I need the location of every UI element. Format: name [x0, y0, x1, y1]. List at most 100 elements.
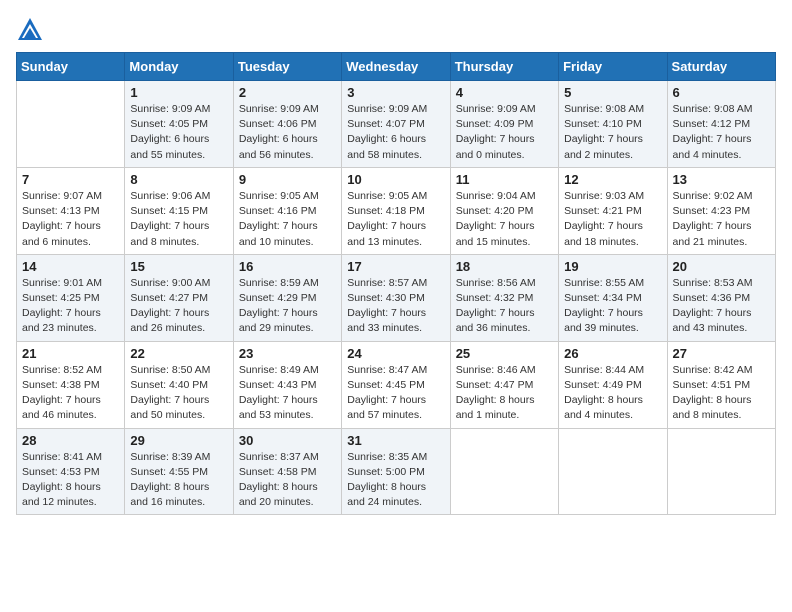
day-number: 2	[239, 85, 336, 100]
calendar-cell: 11Sunrise: 9:04 AM Sunset: 4:20 PM Dayli…	[450, 167, 558, 254]
day-info: Sunrise: 9:09 AM Sunset: 4:09 PM Dayligh…	[456, 102, 553, 163]
calendar-cell	[559, 428, 667, 515]
calendar-cell: 30 Sunrise: 8:37 AM Sunset: 4:58 PM Dayli…	[233, 428, 341, 515]
calendar-cell: 31 Sunrise: 8:35 AM Sunset: 5:00 PM Dayli…	[342, 428, 450, 515]
calendar-week-3: 14Sunrise: 9:01 AM Sunset: 4:25 PM Dayli…	[17, 254, 776, 341]
calendar-cell: 10Sunrise: 9:05 AM Sunset: 4:18 PM Dayli…	[342, 167, 450, 254]
day-info: Sunrise: 9:01 AM Sunset: 4:25 PM Dayligh…	[22, 276, 119, 337]
calendar-cell: 19Sunrise: 8:55 AM Sunset: 4:34 PM Dayli…	[559, 254, 667, 341]
logo-icon	[16, 16, 44, 44]
calendar-cell: 4 Sunrise: 9:09 AM Sunset: 4:09 PM Daylig…	[450, 81, 558, 168]
day-header-wednesday: Wednesday	[342, 53, 450, 81]
calendar-cell	[17, 81, 125, 168]
calendar-cell: 29 Sunrise: 8:39 AM Sunset: 4:55 PM Dayli…	[125, 428, 233, 515]
day-info: Sunrise: 8:37 AM Sunset: 4:58 PM Dayligh…	[239, 450, 336, 511]
day-info: Sunrise: 8:41 AM Sunset: 4:53 PM Dayligh…	[22, 450, 119, 511]
day-info: Sunrise: 9:00 AM Sunset: 4:27 PM Dayligh…	[130, 276, 227, 337]
day-number: 15	[130, 259, 227, 274]
day-number: 11	[456, 172, 553, 187]
day-header-tuesday: Tuesday	[233, 53, 341, 81]
page-header	[16, 16, 776, 44]
day-number: 28	[22, 433, 119, 448]
day-info: Sunrise: 8:52 AM Sunset: 4:38 PM Dayligh…	[22, 363, 119, 424]
calendar-cell: 16 Sunrise: 8:59 AM Sunset: 4:29 PM Dayli…	[233, 254, 341, 341]
day-number: 6	[673, 85, 770, 100]
calendar-cell: 18 Sunrise: 8:56 AM Sunset: 4:32 PM Dayli…	[450, 254, 558, 341]
day-number: 8	[130, 172, 227, 187]
calendar-cell: 22 Sunrise: 8:50 AM Sunset: 4:40 PM Dayli…	[125, 341, 233, 428]
day-number: 5	[564, 85, 661, 100]
calendar-cell: 21Sunrise: 8:52 AM Sunset: 4:38 PM Dayli…	[17, 341, 125, 428]
day-info: Sunrise: 8:44 AM Sunset: 4:49 PM Dayligh…	[564, 363, 661, 424]
calendar-cell: 13 Sunrise: 9:02 AM Sunset: 4:23 PM Dayli…	[667, 167, 775, 254]
calendar-cell: 5 Sunrise: 9:08 AM Sunset: 4:10 PM Daylig…	[559, 81, 667, 168]
day-number: 10	[347, 172, 444, 187]
day-info: Sunrise: 8:35 AM Sunset: 5:00 PM Dayligh…	[347, 450, 444, 511]
calendar-cell: 1 Sunrise: 9:09 AM Sunset: 4:05 PM Daylig…	[125, 81, 233, 168]
day-number: 31	[347, 433, 444, 448]
day-number: 23	[239, 346, 336, 361]
calendar-cell: 14Sunrise: 9:01 AM Sunset: 4:25 PM Dayli…	[17, 254, 125, 341]
day-info: Sunrise: 9:02 AM Sunset: 4:23 PM Dayligh…	[673, 189, 770, 250]
day-info: Sunrise: 9:09 AM Sunset: 4:06 PM Dayligh…	[239, 102, 336, 163]
day-info: Sunrise: 9:06 AM Sunset: 4:15 PM Dayligh…	[130, 189, 227, 250]
calendar-week-4: 21Sunrise: 8:52 AM Sunset: 4:38 PM Dayli…	[17, 341, 776, 428]
day-number: 20	[673, 259, 770, 274]
day-number: 7	[22, 172, 119, 187]
day-info: Sunrise: 8:55 AM Sunset: 4:34 PM Dayligh…	[564, 276, 661, 337]
day-info: Sunrise: 9:08 AM Sunset: 4:12 PM Dayligh…	[673, 102, 770, 163]
day-info: Sunrise: 8:53 AM Sunset: 4:36 PM Dayligh…	[673, 276, 770, 337]
day-info: Sunrise: 9:07 AM Sunset: 4:13 PM Dayligh…	[22, 189, 119, 250]
day-number: 3	[347, 85, 444, 100]
calendar-week-2: 7 Sunrise: 9:07 AM Sunset: 4:13 PM Daylig…	[17, 167, 776, 254]
day-header-thursday: Thursday	[450, 53, 558, 81]
calendar-cell: 25Sunrise: 8:46 AM Sunset: 4:47 PM Dayli…	[450, 341, 558, 428]
day-header-monday: Monday	[125, 53, 233, 81]
day-info: Sunrise: 9:09 AM Sunset: 4:05 PM Dayligh…	[130, 102, 227, 163]
calendar-cell: 6 Sunrise: 9:08 AM Sunset: 4:12 PM Daylig…	[667, 81, 775, 168]
day-info: Sunrise: 9:03 AM Sunset: 4:21 PM Dayligh…	[564, 189, 661, 250]
calendar-cell: 9 Sunrise: 9:05 AM Sunset: 4:16 PM Daylig…	[233, 167, 341, 254]
calendar-cell: 23Sunrise: 8:49 AM Sunset: 4:43 PM Dayli…	[233, 341, 341, 428]
day-info: Sunrise: 9:05 AM Sunset: 4:16 PM Dayligh…	[239, 189, 336, 250]
day-number: 9	[239, 172, 336, 187]
day-number: 13	[673, 172, 770, 187]
calendar-cell: 20 Sunrise: 8:53 AM Sunset: 4:36 PM Dayli…	[667, 254, 775, 341]
calendar-table: SundayMondayTuesdayWednesdayThursdayFrid…	[16, 52, 776, 515]
logo	[16, 16, 48, 44]
calendar-cell	[667, 428, 775, 515]
day-info: Sunrise: 8:56 AM Sunset: 4:32 PM Dayligh…	[456, 276, 553, 337]
calendar-cell	[450, 428, 558, 515]
day-number: 27	[673, 346, 770, 361]
calendar-cell: 3 Sunrise: 9:09 AM Sunset: 4:07 PM Daylig…	[342, 81, 450, 168]
calendar-cell: 26Sunrise: 8:44 AM Sunset: 4:49 PM Dayli…	[559, 341, 667, 428]
day-header-saturday: Saturday	[667, 53, 775, 81]
day-number: 29	[130, 433, 227, 448]
calendar-cell: 24 Sunrise: 8:47 AM Sunset: 4:45 PM Dayli…	[342, 341, 450, 428]
day-info: Sunrise: 8:39 AM Sunset: 4:55 PM Dayligh…	[130, 450, 227, 511]
calendar-cell: 15 Sunrise: 9:00 AM Sunset: 4:27 PM Dayli…	[125, 254, 233, 341]
days-header-row: SundayMondayTuesdayWednesdayThursdayFrid…	[17, 53, 776, 81]
day-info: Sunrise: 8:59 AM Sunset: 4:29 PM Dayligh…	[239, 276, 336, 337]
day-info: Sunrise: 8:42 AM Sunset: 4:51 PM Dayligh…	[673, 363, 770, 424]
day-number: 18	[456, 259, 553, 274]
day-info: Sunrise: 8:47 AM Sunset: 4:45 PM Dayligh…	[347, 363, 444, 424]
day-header-sunday: Sunday	[17, 53, 125, 81]
day-info: Sunrise: 8:50 AM Sunset: 4:40 PM Dayligh…	[130, 363, 227, 424]
calendar-week-5: 28 Sunrise: 8:41 AM Sunset: 4:53 PM Dayli…	[17, 428, 776, 515]
day-number: 22	[130, 346, 227, 361]
day-number: 17	[347, 259, 444, 274]
calendar-cell: 8 Sunrise: 9:06 AM Sunset: 4:15 PM Daylig…	[125, 167, 233, 254]
day-number: 4	[456, 85, 553, 100]
day-number: 12	[564, 172, 661, 187]
day-number: 16	[239, 259, 336, 274]
day-number: 1	[130, 85, 227, 100]
calendar-week-1: 1 Sunrise: 9:09 AM Sunset: 4:05 PM Daylig…	[17, 81, 776, 168]
calendar-cell: 17Sunrise: 8:57 AM Sunset: 4:30 PM Dayli…	[342, 254, 450, 341]
day-number: 30	[239, 433, 336, 448]
day-info: Sunrise: 8:46 AM Sunset: 4:47 PM Dayligh…	[456, 363, 553, 424]
day-info: Sunrise: 9:09 AM Sunset: 4:07 PM Dayligh…	[347, 102, 444, 163]
day-number: 24	[347, 346, 444, 361]
calendar-cell: 12 Sunrise: 9:03 AM Sunset: 4:21 PM Dayli…	[559, 167, 667, 254]
day-info: Sunrise: 9:08 AM Sunset: 4:10 PM Dayligh…	[564, 102, 661, 163]
